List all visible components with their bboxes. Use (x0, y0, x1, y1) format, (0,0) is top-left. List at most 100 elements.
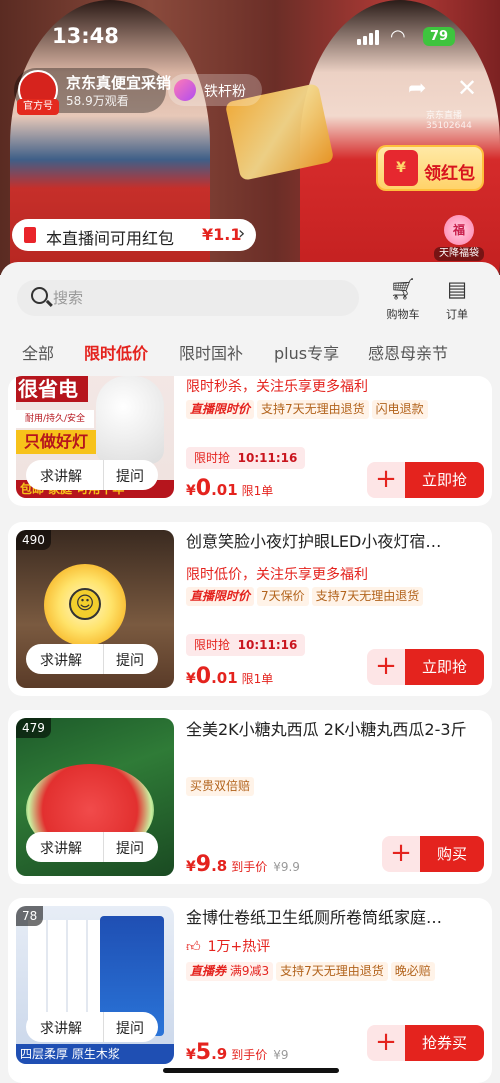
buy-group: + 立即抢 (367, 462, 484, 498)
question-button[interactable]: 提问 (116, 650, 144, 670)
countdown-time: 10:11:16 (237, 451, 298, 465)
price: ¥9.8 到手价 ¥9.9 (186, 852, 300, 877)
home-indicator[interactable] (163, 1068, 339, 1073)
tag-row: 买贵双倍赔 (186, 777, 257, 797)
red-envelope-icon (24, 227, 36, 243)
orders-button[interactable]: ▤ 订单 (435, 278, 479, 328)
price: ¥0.01 限1单 (186, 664, 273, 689)
price-currency: ¥ (186, 859, 196, 875)
live-stream-video[interactable]: 13:48 ◠ 79 官方号 京东真便宜采销 58.9万观看 铁杆粉 ➦ ✕ 京… (0, 0, 500, 275)
search-input[interactable] (53, 283, 343, 313)
question-button[interactable]: 提问 (116, 466, 144, 486)
request-explain-button[interactable]: 求讲解 (40, 650, 82, 670)
add-to-cart-button[interactable]: + (367, 649, 405, 685)
battery-icon: 79 (423, 27, 455, 46)
product-title[interactable]: 金博仕卷纸卫生纸厕所卷筒纸家庭… (186, 906, 482, 930)
request-explain-button[interactable]: 求讲解 (40, 466, 82, 486)
product-title[interactable]: 全美2K小糖丸西瓜 2K小糖丸西瓜2-3斤 (186, 718, 482, 766)
cart-icon: 🛒︎ (389, 277, 417, 301)
product-image[interactable]: 479 求讲解 提问 (16, 718, 174, 876)
tag: 买贵双倍赔 (186, 777, 255, 796)
close-icon[interactable]: ✕ (457, 74, 477, 102)
coupon-buy-button[interactable]: 抢券买 (405, 1025, 484, 1061)
search-bar[interactable] (17, 280, 359, 316)
viewer-count: 58.9万观看 (66, 94, 129, 108)
orders-label: 订单 (446, 308, 468, 321)
fans-button[interactable]: 铁杆粉 (168, 74, 262, 106)
orders-icon: ▤ (447, 277, 467, 301)
price-note: 到手价 (231, 860, 268, 874)
countdown-label: 限时抢 (194, 638, 231, 652)
grab-now-button[interactable]: 立即抢 (405, 462, 484, 498)
tab-mothers-day[interactable]: 感恩母亲节 (368, 340, 448, 364)
tag-row: 直播限时价 7天保价 支持7天无理由退货 (186, 587, 426, 607)
host-info[interactable]: 官方号 京东真便宜采销 58.9万观看 (14, 68, 171, 115)
buy-button[interactable]: 购买 (420, 836, 484, 872)
thumbs-up-icon: 👍︎ (186, 939, 201, 955)
cart-button[interactable]: 🛒︎ 购物车 (381, 278, 425, 328)
buy-group: + 购买 (382, 836, 484, 872)
divider (103, 1012, 104, 1042)
grab-now-button[interactable]: 立即抢 (405, 649, 484, 685)
add-to-cart-button[interactable]: + (367, 1025, 405, 1061)
red-packet-button[interactable]: ¥ 领红包 (376, 145, 484, 191)
signal-icon (357, 29, 383, 45)
product-card[interactable]: 479 求讲解 提问 全美2K小糖丸西瓜 2K小糖丸西瓜2-3斤 买贵双倍赔 ¥… (8, 710, 492, 884)
tag: 闪电退款 (371, 400, 428, 419)
product-image[interactable]: 很省电 耐用/持久/安全 只做好灯 包邮 家庭 可用十年 求讲解 提问 (16, 376, 174, 498)
rank-badge: 479 (16, 718, 51, 738)
countdown-time: 10:11:16 (237, 638, 298, 652)
tag: 支持7天无理由退货 (311, 587, 424, 606)
product-title[interactable]: 创意笑脸小夜灯护眼LED小夜灯宿… (186, 530, 482, 554)
buy-group: + 抢券买 (367, 1025, 484, 1061)
tab-all[interactable]: 全部 (22, 340, 54, 364)
buy-group: + 立即抢 (367, 649, 484, 685)
coupon-label: 直播券 (190, 964, 227, 978)
price-currency: ¥ (186, 1047, 196, 1063)
host-name: 京东真便宜采销 (66, 74, 172, 92)
coupon-tag: 直播券 满9减3 (186, 962, 274, 981)
chevron-right-icon: › (238, 223, 246, 244)
share-icon[interactable]: ➦ (408, 76, 426, 101)
add-to-cart-button[interactable]: + (382, 836, 420, 872)
thumb-text: 耐用/持久/安全 (16, 410, 94, 428)
tab-plus[interactable]: plus专享 (274, 340, 339, 364)
wifi-icon: ◠ (390, 26, 406, 47)
product-card[interactable]: ☺ 490 求讲解 提问 创意笑脸小夜灯护眼LED小夜灯宿… 限时低价，关注乐享… (8, 522, 492, 696)
request-explain-button[interactable]: 求讲解 (40, 1018, 82, 1038)
tag: 7天保价 (257, 587, 309, 606)
divider (103, 832, 104, 862)
question-button[interactable]: 提问 (116, 838, 144, 858)
add-to-cart-button[interactable]: + (367, 462, 405, 498)
tab-limited-low-price[interactable]: 限时低价 (84, 340, 148, 364)
host-avatar[interactable]: 官方号 (17, 70, 59, 115)
request-explain-button[interactable]: 求讲解 (40, 838, 82, 858)
price: ¥5.9 到手价 ¥9 (186, 1040, 289, 1065)
product-image[interactable]: 78 四层柔厚 原生木浆 求讲解 提问 (16, 906, 174, 1064)
price-note: 到手价 (231, 1048, 268, 1062)
coupon-detail: 满9减3 (229, 964, 270, 978)
tab-subsidy[interactable]: 限时国补 (179, 340, 243, 364)
available-red-packet-banner[interactable]: 本直播间可用红包 ¥1.1 › (12, 219, 256, 251)
original-price: ¥9.9 (273, 860, 300, 874)
product-card[interactable]: 78 四层柔厚 原生木浆 求讲解 提问 金博仕卷纸卫生纸厕所卷筒纸家庭… 👍︎ 1… (8, 898, 492, 1083)
thumb-text: 很省电 (16, 376, 88, 402)
price-integer: 0 (195, 664, 212, 689)
price-decimal: .8 (211, 857, 228, 875)
tag-row: 直播限时价 支持7天无理由退货 闪电退款 (186, 400, 431, 420)
lucky-bag-button[interactable]: 福 天降福袋 (434, 215, 484, 261)
divider (103, 644, 104, 674)
bulb-image (96, 376, 164, 464)
question-button[interactable]: 提问 (116, 1018, 144, 1038)
available-text: 本直播间可用红包 (46, 229, 175, 248)
price-decimal: .01 (211, 481, 238, 499)
price-decimal: .01 (211, 669, 238, 687)
product-image[interactable]: ☺ 490 求讲解 提问 (16, 530, 174, 688)
ask-bar: 求讲解 提问 (26, 832, 158, 862)
status-bar: 13:48 ◠ 79 (0, 0, 500, 48)
price-integer: 9 (195, 852, 212, 877)
countdown-badge: 限时抢 10:11:16 (186, 447, 306, 469)
original-price: ¥9 (273, 1048, 289, 1062)
product-card[interactable]: 很省电 耐用/持久/安全 只做好灯 包邮 家庭 可用十年 求讲解 提问 限时秒杀… (8, 376, 492, 506)
category-tabs: 全部 限时低价 限时国补 plus专享 感恩母亲节 (0, 340, 500, 374)
